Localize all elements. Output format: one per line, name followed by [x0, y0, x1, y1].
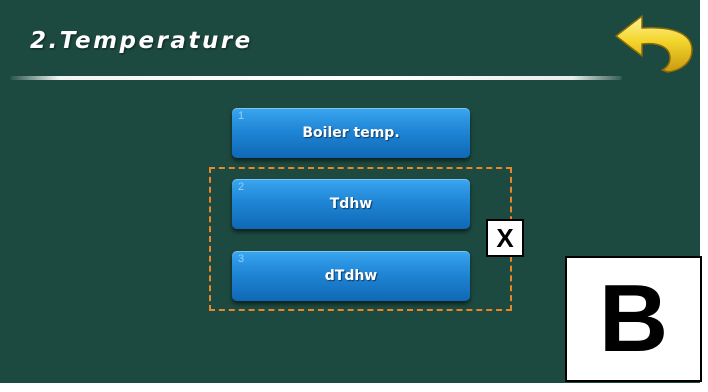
- menu-button-boiler-temp[interactable]: 1 Boiler temp.: [232, 108, 470, 158]
- menu-item-label: Boiler temp.: [302, 125, 400, 141]
- annotation-x-label: X: [486, 219, 524, 257]
- page-title: 2.Temperature: [30, 28, 253, 54]
- annotation-b-label: B: [565, 256, 702, 382]
- title-underline: [10, 76, 622, 80]
- back-arrow-icon: [615, 15, 693, 73]
- highlight-dashed-box: [209, 167, 512, 311]
- back-button[interactable]: [612, 12, 696, 76]
